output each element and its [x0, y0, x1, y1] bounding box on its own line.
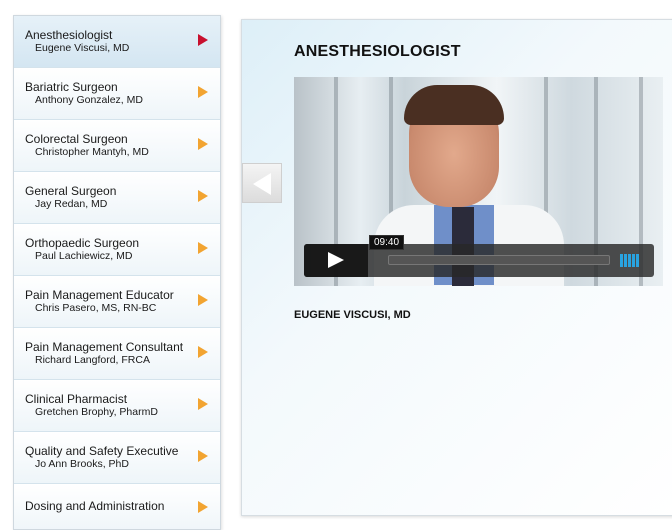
chevron-right-icon [198, 190, 208, 202]
volume-icon[interactable] [620, 254, 644, 267]
sidebar-item-pain-management-educator[interactable]: Pain Management Educator Chris Pasero, M… [14, 276, 220, 328]
sidebar-item-name: Anthony Gonzalez, MD [35, 94, 143, 106]
sidebar-item-bariatric-surgeon[interactable]: Bariatric Surgeon Anthony Gonzalez, MD [14, 68, 220, 120]
sidebar-item-name: Richard Langford, FRCA [35, 354, 150, 366]
sidebar-item-pain-management-consultant[interactable]: Pain Management Consultant Richard Langf… [14, 328, 220, 380]
sidebar-item-clinical-pharmacist[interactable]: Clinical Pharmacist Gretchen Brophy, Pha… [14, 380, 220, 432]
presenter-name: EUGENE VISCUSI, MD [294, 309, 411, 321]
specialist-sidebar: Anesthesiologist Eugene Viscusi, MD Bari… [13, 15, 221, 530]
sidebar-item-title: Colorectal Surgeon [25, 132, 128, 146]
video-controls: 09:40 [304, 235, 654, 277]
play-icon [328, 252, 344, 268]
sidebar-item-title: General Surgeon [25, 184, 117, 198]
chevron-right-icon [198, 450, 208, 462]
sidebar-item-orthopaedic-surgeon[interactable]: Orthopaedic Surgeon Paul Lachiewicz, MD [14, 224, 220, 276]
sidebar-item-name: Jay Redan, MD [35, 198, 108, 210]
sidebar-item-title: Quality and Safety Executive [25, 444, 179, 458]
chevron-right-icon [198, 34, 208, 46]
chevron-right-icon [198, 398, 208, 410]
sidebar-item-name: Jo Ann Brooks, PhD [35, 458, 129, 470]
sidebar-item-title: Pain Management Educator [25, 288, 174, 302]
chevron-right-icon [198, 346, 208, 358]
sidebar-item-colorectal-surgeon[interactable]: Colorectal Surgeon Christopher Mantyh, M… [14, 120, 220, 172]
sidebar-item-title: Anesthesiologist [25, 28, 113, 42]
chevron-right-icon [198, 294, 208, 306]
arrow-left-icon [253, 173, 271, 195]
seek-bar[interactable] [388, 255, 610, 265]
video-player[interactable]: 09:40 [294, 77, 663, 286]
sidebar-item-title: Clinical Pharmacist [25, 392, 128, 406]
sidebar-item-general-surgeon[interactable]: General Surgeon Jay Redan, MD [14, 172, 220, 224]
sidebar-item-quality-safety-executive[interactable]: Quality and Safety Executive Jo Ann Broo… [14, 432, 220, 484]
sidebar-item-anesthesiologist[interactable]: Anesthesiologist Eugene Viscusi, MD [14, 16, 220, 68]
page-title: ANESTHESIOLOGIST [294, 43, 461, 60]
sidebar-item-title: Orthopaedic Surgeon [25, 236, 140, 250]
chevron-right-icon [198, 242, 208, 254]
sidebar-item-name: Eugene Viscusi, MD [35, 42, 130, 54]
sidebar-item-title: Dosing and Administration [25, 499, 165, 513]
video-time: 09:40 [369, 235, 405, 250]
sidebar-item-name: Paul Lachiewicz, MD [35, 250, 133, 262]
chevron-right-icon [198, 138, 208, 150]
sidebar-item-name: Christopher Mantyh, MD [35, 146, 149, 158]
sidebar-item-dosing-administration[interactable]: Dosing and Administration [14, 484, 220, 529]
chevron-right-icon [198, 501, 208, 513]
sidebar-item-title: Pain Management Consultant [25, 340, 184, 354]
sidebar-item-title: Bariatric Surgeon [25, 80, 118, 94]
play-button[interactable] [304, 244, 368, 277]
chevron-right-icon [198, 86, 208, 98]
sidebar-item-name: Chris Pasero, MS, RN-BC [35, 302, 157, 314]
video-panel: ANESTHESIOLOGIST 09:40 EUGENE VISCUSI, M… [241, 19, 672, 516]
back-button[interactable] [242, 163, 282, 203]
presenter-hair [404, 85, 504, 125]
sidebar-item-name: Gretchen Brophy, PharmD [35, 406, 158, 418]
